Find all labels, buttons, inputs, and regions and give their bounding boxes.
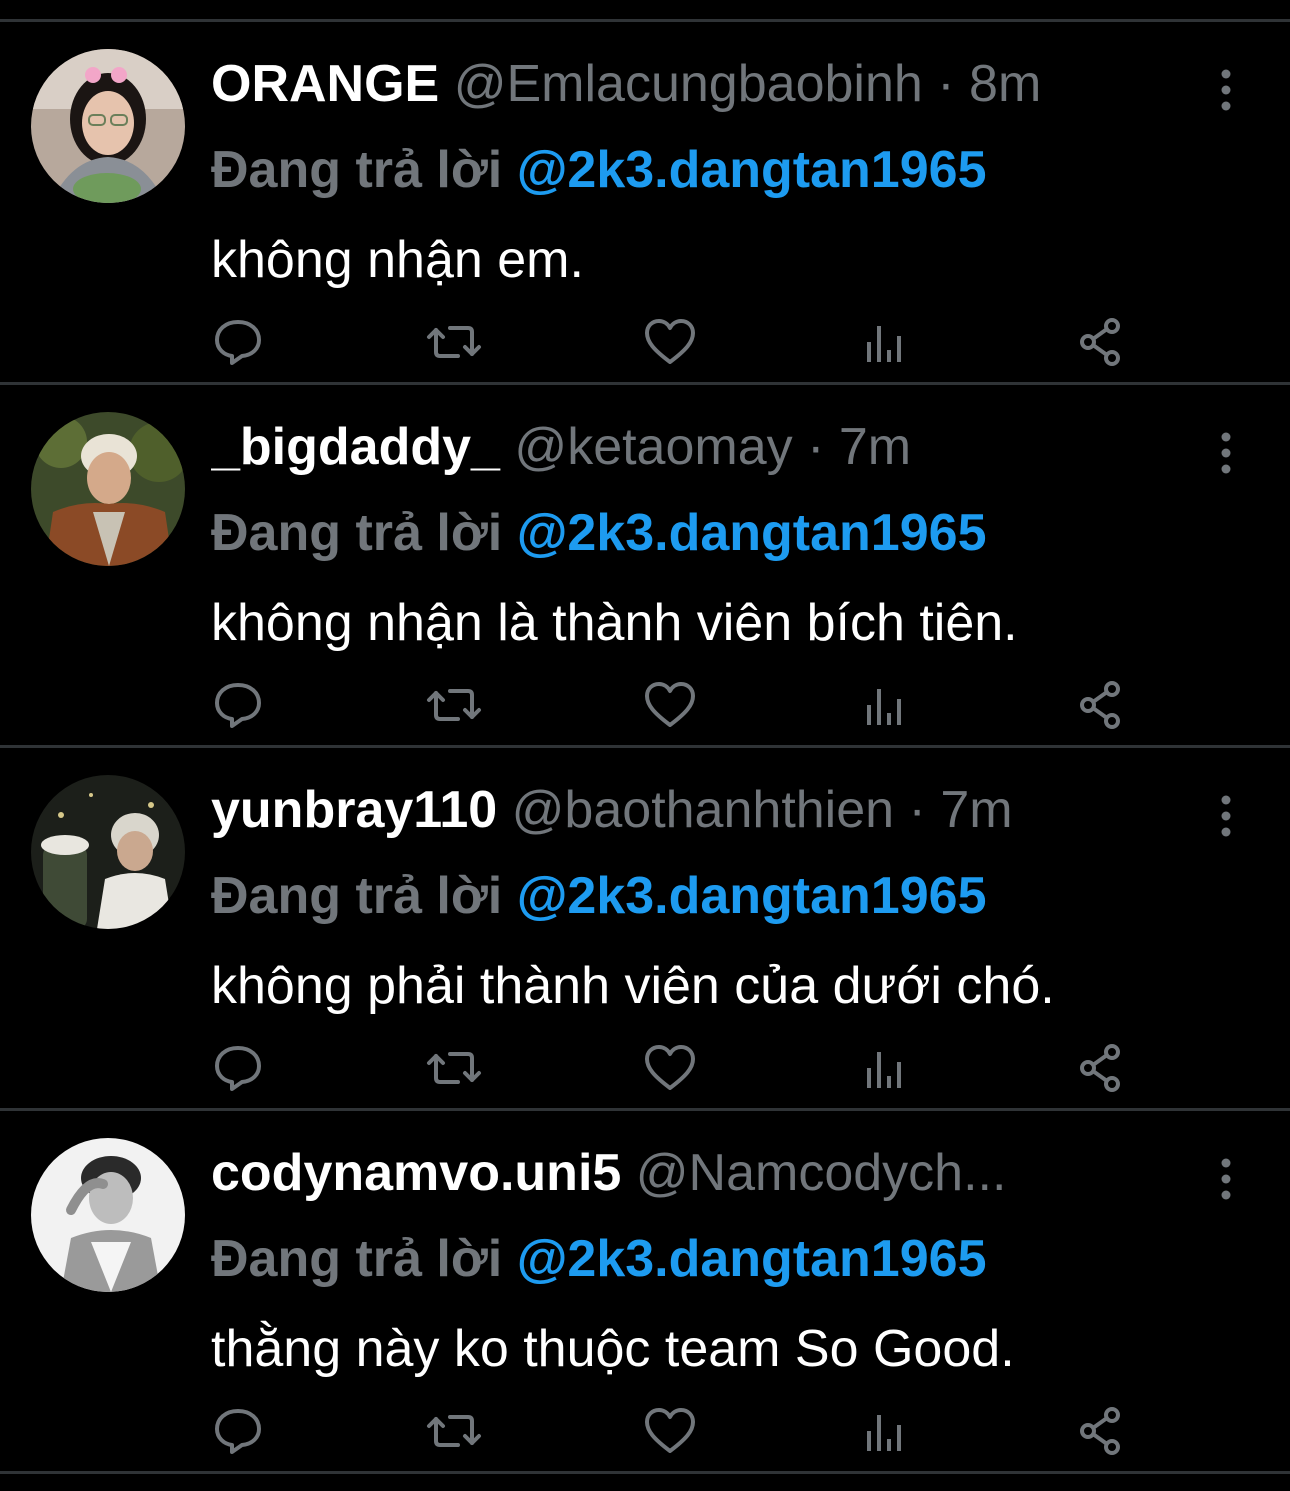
share-icon[interactable]: [1072, 312, 1132, 372]
more-options-icon[interactable]: [1206, 429, 1246, 477]
tweet-text: không phải thành viên của dưới chó.: [211, 957, 1055, 1015]
display-name[interactable]: codynamvo.uni5: [211, 1144, 621, 1202]
replying-to-label: Đang trả lời: [211, 1230, 503, 1288]
replying-to-mention[interactable]: @2k3.dangtan1965: [517, 141, 987, 199]
tweet-divider: [0, 1471, 1290, 1474]
views-icon[interactable]: [856, 1038, 916, 1098]
avatar[interactable]: [31, 49, 185, 203]
reply-icon[interactable]: [208, 675, 268, 735]
handle[interactable]: @Emlacungbaobinh: [454, 55, 923, 113]
timestamp[interactable]: 8m: [969, 55, 1041, 113]
separator-dot: ·: [937, 55, 955, 113]
separator-dot: ·: [908, 781, 926, 839]
reply-tweet[interactable]: yunbray110 @baothanhthien · 7m Đang trả …: [0, 748, 1290, 1111]
tweet-header: _bigdaddy_ @ketaomay · 7m: [211, 415, 1171, 479]
retweet-icon[interactable]: [424, 312, 484, 372]
replying-to-label: Đang trả lời: [211, 504, 503, 562]
reply-tweet[interactable]: _bigdaddy_ @ketaomay · 7m Đang trả lời @…: [0, 385, 1290, 748]
replying-to: Đang trả lời @2k3.dangtan1965: [211, 501, 987, 565]
display-name[interactable]: _bigdaddy_: [211, 418, 500, 476]
heart-icon[interactable]: [640, 675, 700, 735]
display-name[interactable]: ORANGE: [211, 55, 439, 113]
tweet-text: không nhận là thành viên bích tiên.: [211, 594, 1018, 652]
replying-to-mention[interactable]: @2k3.dangtan1965: [517, 1230, 987, 1288]
reply-icon[interactable]: [208, 1038, 268, 1098]
heart-icon[interactable]: [640, 312, 700, 372]
share-icon[interactable]: [1072, 1401, 1132, 1461]
views-icon[interactable]: [856, 1401, 916, 1461]
share-icon[interactable]: [1072, 1038, 1132, 1098]
retweet-icon[interactable]: [424, 1401, 484, 1461]
avatar[interactable]: [31, 1138, 185, 1292]
tweet-header: ORANGE @Emlacungbaobinh · 8m: [211, 52, 1171, 116]
retweet-icon[interactable]: [424, 1038, 484, 1098]
tweet-text: không nhận em.: [211, 231, 584, 289]
timestamp[interactable]: 7m: [839, 418, 911, 476]
timestamp[interactable]: 7m: [940, 781, 1012, 839]
reply-tweet[interactable]: ORANGE @Emlacungbaobinh · 8m Đang trả lờ…: [0, 22, 1290, 385]
reply-icon[interactable]: [208, 312, 268, 372]
separator-dot: ·: [807, 418, 825, 476]
display-name[interactable]: yunbray110: [211, 781, 497, 839]
replying-to: Đang trả lời @2k3.dangtan1965: [211, 864, 987, 928]
more-options-icon[interactable]: [1206, 792, 1246, 840]
retweet-icon[interactable]: [424, 675, 484, 735]
tweet-text: thằng này ko thuộc team So Good.: [211, 1320, 1015, 1378]
views-icon[interactable]: [856, 675, 916, 735]
avatar[interactable]: [31, 412, 185, 566]
reply-tweet[interactable]: codynamvo.uni5 @Namcodych... Đang trả lờ…: [0, 1111, 1290, 1474]
tweet-header: codynamvo.uni5 @Namcodych...: [211, 1141, 1171, 1205]
replying-to: Đang trả lời @2k3.dangtan1965: [211, 1227, 987, 1291]
replying-to-label: Đang trả lời: [211, 867, 503, 925]
reply-icon[interactable]: [208, 1401, 268, 1461]
heart-icon[interactable]: [640, 1401, 700, 1461]
replying-to-mention[interactable]: @2k3.dangtan1965: [517, 867, 987, 925]
views-icon[interactable]: [856, 312, 916, 372]
more-options-icon[interactable]: [1206, 1155, 1246, 1203]
handle[interactable]: @Namcodych...: [636, 1144, 1007, 1202]
replying-to-mention[interactable]: @2k3.dangtan1965: [517, 504, 987, 562]
share-icon[interactable]: [1072, 675, 1132, 735]
replying-to: Đang trả lời @2k3.dangtan1965: [211, 138, 987, 202]
handle[interactable]: @baothanhthien: [512, 781, 894, 839]
replying-to-label: Đang trả lời: [211, 141, 503, 199]
more-options-icon[interactable]: [1206, 66, 1246, 114]
handle[interactable]: @ketaomay: [514, 418, 792, 476]
avatar[interactable]: [31, 775, 185, 929]
tweet-header: yunbray110 @baothanhthien · 7m: [211, 778, 1171, 842]
heart-icon[interactable]: [640, 1038, 700, 1098]
